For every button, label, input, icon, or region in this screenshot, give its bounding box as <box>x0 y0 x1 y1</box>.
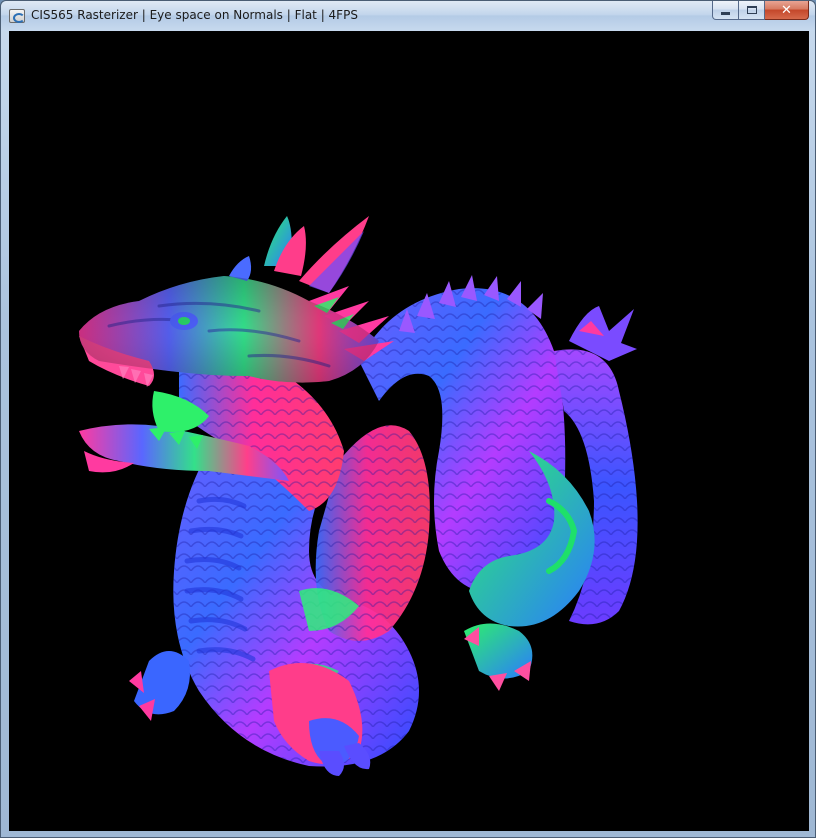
window-title: CIS565 Rasterizer | Eye space on Normals… <box>31 8 358 22</box>
close-icon: ✕ <box>781 2 792 18</box>
maximize-button[interactable] <box>739 1 765 20</box>
maximize-icon <box>746 6 757 14</box>
dragon-render <box>79 216 638 776</box>
minimize-icon <box>721 11 730 15</box>
render-viewport[interactable] <box>9 31 809 831</box>
title-bar[interactable]: CIS565 Rasterizer | Eye space on Normals… <box>1 1 815 31</box>
minimize-button[interactable] <box>712 1 739 20</box>
close-button[interactable]: ✕ <box>765 1 809 20</box>
window-controls: ✕ <box>712 1 809 21</box>
application-icon[interactable] <box>9 9 25 23</box>
application-window: CIS565 Rasterizer | Eye space on Normals… <box>0 0 816 838</box>
